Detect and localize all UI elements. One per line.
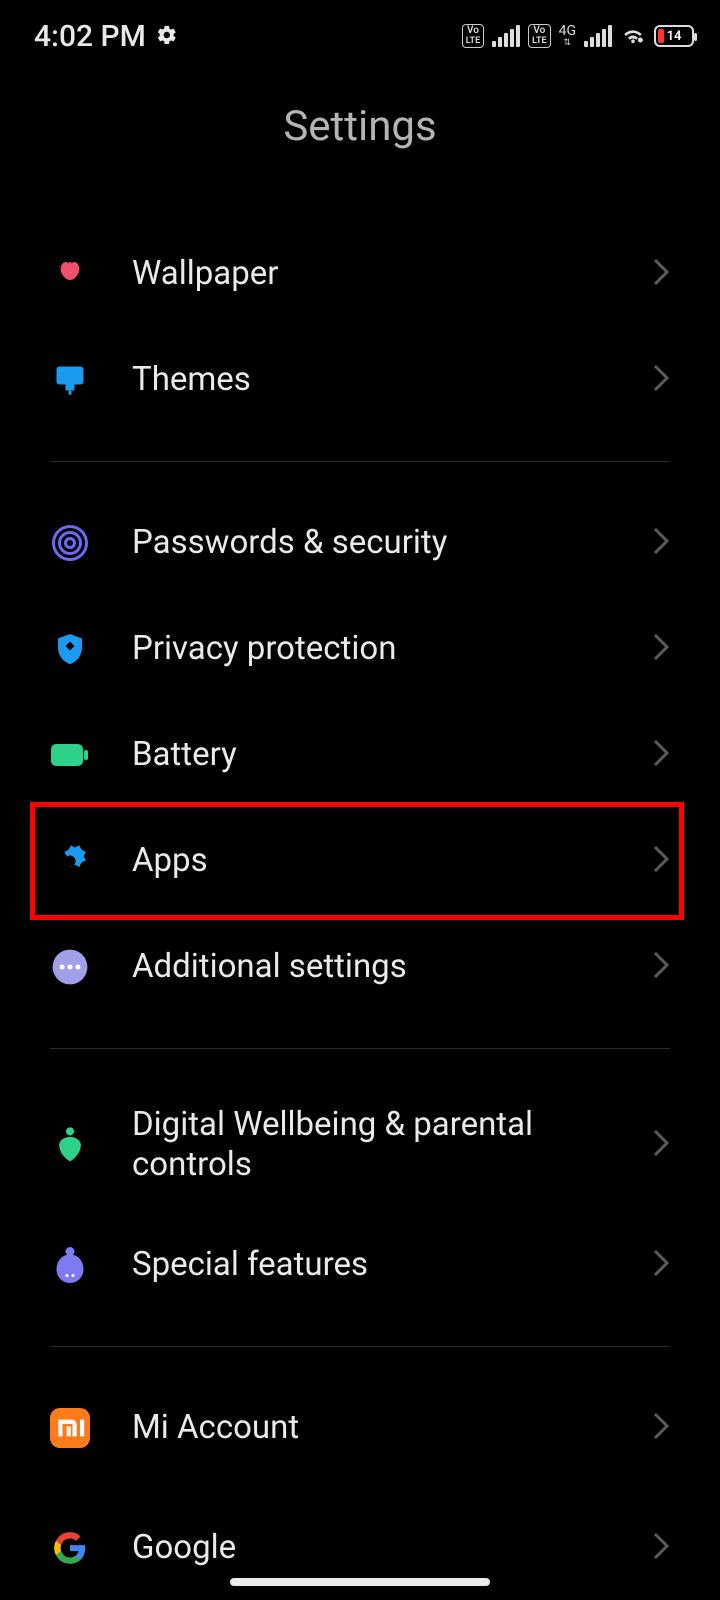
status-left: 4:02 PM [34, 19, 178, 54]
battery-icon [50, 735, 90, 775]
settings-list: Wallpaper Themes Passwords & security Pr… [0, 221, 720, 1587]
google-logo-icon [50, 1528, 90, 1568]
settings-item-apps[interactable]: Apps [0, 808, 720, 914]
divider [50, 1048, 670, 1049]
chevron-right-icon [652, 738, 670, 772]
settings-item-mi-account[interactable]: Mi Account [0, 1375, 720, 1481]
settings-item-privacy[interactable]: Privacy protection [0, 596, 720, 702]
settings-item-additional[interactable]: Additional settings [0, 914, 720, 1020]
fingerprint-icon [50, 523, 90, 563]
settings-item-label: Mi Account [132, 1408, 652, 1448]
chevron-right-icon [652, 844, 670, 878]
chevron-right-icon [652, 363, 670, 397]
divider [50, 461, 670, 462]
settings-item-label: Apps [132, 841, 652, 881]
settings-item-label: Battery [132, 735, 652, 775]
settings-item-label: Privacy protection [132, 629, 652, 669]
status-right: VoLTE VoLTE 4G⇅ 14 [462, 23, 694, 49]
signal-icon [492, 25, 520, 47]
settings-item-label: Special features [132, 1245, 652, 1285]
settings-item-label: Google [132, 1528, 652, 1568]
settings-item-wellbeing[interactable]: Digital Wellbeing & parental controls [0, 1077, 720, 1212]
settings-item-google[interactable]: Google [0, 1481, 720, 1587]
chevron-right-icon [652, 257, 670, 291]
status-time: 4:02 PM [34, 19, 146, 54]
gear-icon [156, 19, 178, 54]
chevron-right-icon [652, 526, 670, 560]
signal-icon [584, 25, 612, 47]
volte-icon: VoLTE [462, 24, 484, 48]
settings-item-label: Additional settings [132, 947, 652, 987]
wifi-icon [620, 23, 646, 49]
divider [50, 1346, 670, 1347]
volte-icon: VoLTE [528, 24, 550, 48]
network-label: 4G⇅ [559, 24, 576, 48]
chevron-right-icon [652, 1411, 670, 1445]
special-features-icon [50, 1245, 90, 1285]
status-bar: 4:02 PM VoLTE VoLTE 4G⇅ 14 [0, 0, 720, 72]
chevron-right-icon [652, 1248, 670, 1282]
more-icon [50, 947, 90, 987]
apps-gear-icon [50, 841, 90, 881]
chevron-right-icon [652, 632, 670, 666]
settings-item-wallpaper[interactable]: Wallpaper [0, 221, 720, 327]
themes-icon [50, 360, 90, 400]
navigation-handle[interactable] [230, 1578, 490, 1586]
settings-item-label: Wallpaper [132, 254, 652, 294]
chevron-right-icon [652, 1128, 670, 1162]
chevron-right-icon [652, 950, 670, 984]
page-title: Settings [0, 72, 720, 221]
battery-icon: 14 [654, 25, 694, 47]
settings-item-themes[interactable]: Themes [0, 327, 720, 433]
wellbeing-icon [50, 1125, 90, 1165]
mi-logo-icon [50, 1408, 90, 1448]
shield-icon [50, 629, 90, 669]
settings-item-special[interactable]: Special features [0, 1212, 720, 1318]
settings-item-passwords[interactable]: Passwords & security [0, 490, 720, 596]
settings-item-label: Themes [132, 360, 652, 400]
settings-item-battery[interactable]: Battery [0, 702, 720, 808]
wallpaper-icon [50, 254, 90, 294]
chevron-right-icon [652, 1531, 670, 1565]
settings-item-label: Passwords & security [132, 523, 652, 563]
settings-item-label: Digital Wellbeing & parental controls [132, 1105, 652, 1184]
